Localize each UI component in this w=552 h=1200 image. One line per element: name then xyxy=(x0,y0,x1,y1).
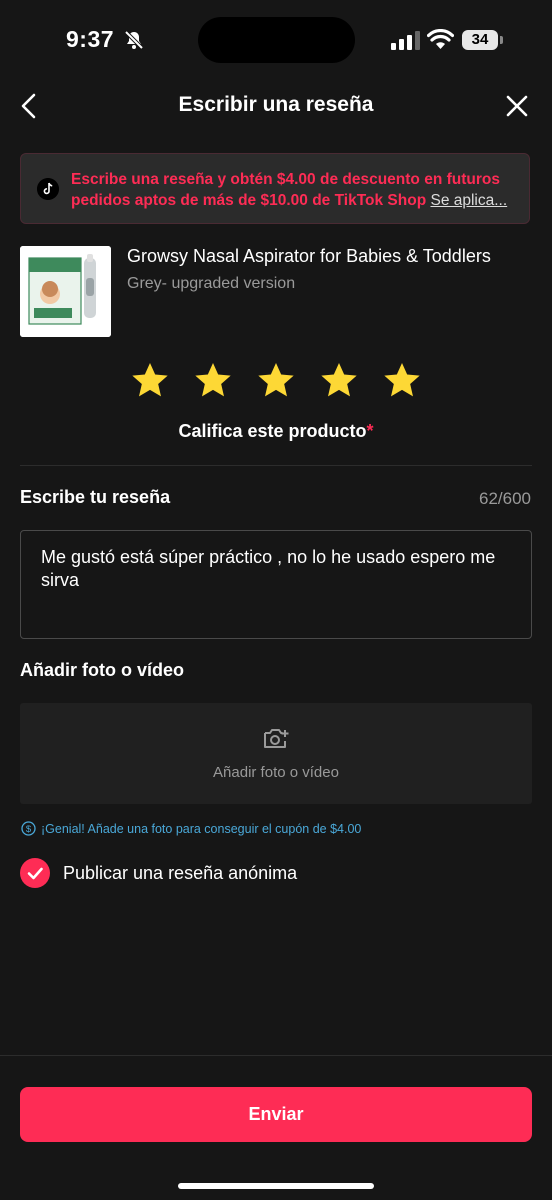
required-mark: * xyxy=(366,421,374,441)
media-label: Añadir foto o vídeo xyxy=(20,660,184,680)
coupon-dollar-icon: $ xyxy=(21,821,36,836)
star-2-icon[interactable] xyxy=(193,360,233,400)
home-indicator[interactable] xyxy=(178,1183,374,1189)
wifi-icon xyxy=(427,29,454,49)
anonymous-checkbox[interactable] xyxy=(20,858,50,888)
product-thumbnail xyxy=(20,246,111,337)
add-media-button[interactable] xyxy=(20,703,532,804)
status-time: 9:37 xyxy=(66,26,115,52)
coupon-tip: ¡Genial! Añade una foto para conseguir e… xyxy=(41,822,362,836)
battery-indicator: 34 xyxy=(462,30,504,50)
rating-label: Califica este producto* xyxy=(0,421,552,442)
close-icon[interactable] xyxy=(505,94,529,118)
submit-button[interactable]: Enviar xyxy=(20,1087,532,1142)
rating-label-text: Califica este producto xyxy=(178,421,367,441)
svg-text:$: $ xyxy=(26,824,32,835)
star-5-icon[interactable] xyxy=(382,360,422,400)
star-4-icon[interactable] xyxy=(319,360,359,400)
checkmark-icon xyxy=(27,867,43,880)
star-rating[interactable] xyxy=(130,360,422,400)
product-variant: Grey- upgraded version xyxy=(127,275,296,292)
review-text[interactable]: Me gustó está súper práctico , no lo he … xyxy=(41,546,511,592)
tiktok-logo-icon xyxy=(37,178,59,200)
silent-bell-icon xyxy=(124,30,144,50)
star-3-icon[interactable] xyxy=(256,360,296,400)
divider xyxy=(20,465,532,466)
product-name: Growsy Nasal Aspirator for Babies & Todd… xyxy=(127,246,491,266)
battery-level: 34 xyxy=(462,30,498,50)
page-title: Escribir una reseña xyxy=(178,93,374,116)
footer-divider xyxy=(0,1055,552,1056)
review-label: Escribe tu reseña xyxy=(20,487,171,507)
add-media-label: Añadir foto o vídeo xyxy=(213,764,339,781)
cellular-signal-icon xyxy=(391,31,420,50)
star-1-icon[interactable] xyxy=(130,360,170,400)
promo-text: Escribe una reseña y obtén $4.00 de desc… xyxy=(71,169,516,211)
camera-plus-icon xyxy=(264,729,289,748)
promo-terms-link[interactable]: Se aplica... xyxy=(430,192,507,209)
dynamic-island xyxy=(198,17,355,63)
anonymous-label[interactable]: Publicar una reseña anónima xyxy=(63,863,297,884)
review-char-count: 62/600 xyxy=(479,489,531,508)
